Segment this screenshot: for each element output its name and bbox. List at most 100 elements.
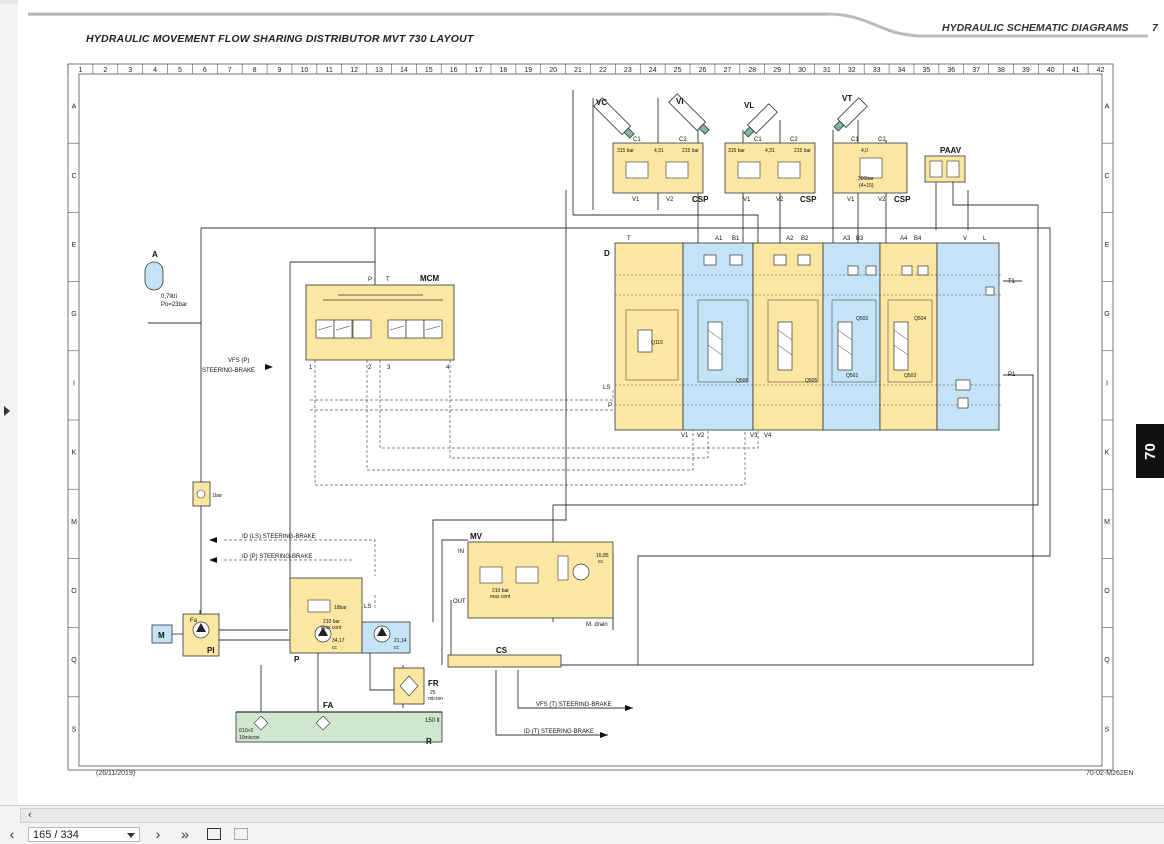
pump-block bbox=[289, 577, 411, 654]
grid-column-label: 15 bbox=[425, 67, 433, 74]
paste-icon[interactable] bbox=[234, 828, 248, 840]
d-port-p: P bbox=[608, 403, 612, 409]
label-csp-2: CSP bbox=[800, 195, 817, 204]
d-port-v4: V4 bbox=[764, 433, 772, 439]
grid-row-label: E bbox=[72, 242, 77, 249]
signal-id-p: ID (P) STEERING-BRAKE bbox=[242, 554, 312, 560]
grid-row-label: O bbox=[1104, 588, 1110, 595]
grid-column-label: 30 bbox=[798, 67, 806, 74]
d-port-v2: V2 bbox=[697, 433, 705, 439]
footer-code: 70-02-M262EN bbox=[1086, 770, 1134, 777]
pump-spec-6: 21,14 bbox=[394, 638, 407, 644]
fr-block bbox=[393, 667, 425, 705]
csp3-c2: C2 bbox=[878, 137, 886, 143]
d-port-a1: A1 bbox=[715, 236, 723, 242]
grid-column-label: 12 bbox=[350, 67, 358, 74]
csp2-spec-a: 315 bar bbox=[728, 148, 745, 154]
grid-column-label: 32 bbox=[848, 67, 856, 74]
page-selector[interactable]: 165 / 334 bbox=[28, 827, 140, 842]
label-mv: MV bbox=[470, 532, 483, 541]
label-vc: VC bbox=[596, 98, 607, 107]
csp2-c2: C2 bbox=[790, 137, 798, 143]
grid-column-label: 25 bbox=[674, 67, 682, 74]
grid-column-label: 10 bbox=[300, 67, 308, 74]
page-indicator: 165 / 334 bbox=[33, 829, 79, 841]
csp1-spec-b: 4,31 bbox=[654, 148, 664, 154]
grid-column-label: 14 bbox=[400, 67, 408, 74]
copy-icon[interactable] bbox=[207, 828, 221, 840]
mv-port-in: IN bbox=[458, 549, 464, 555]
left-panel-rail[interactable] bbox=[0, 0, 19, 805]
label-vl: VL bbox=[744, 101, 754, 110]
tank-volume: 150 lt bbox=[425, 718, 440, 724]
check-valve-spec: 1bar bbox=[212, 493, 222, 499]
grid-column-label: 13 bbox=[375, 67, 383, 74]
grid-row-label: I bbox=[73, 380, 75, 387]
grid-column-label: 2 bbox=[103, 67, 107, 74]
label-a: A bbox=[152, 250, 158, 259]
chapter-tab-label: 70 bbox=[1141, 442, 1159, 460]
d-port-b2: B2 bbox=[801, 236, 809, 242]
label-csp-3: CSP bbox=[894, 195, 911, 204]
signal-id-ls: ID (LS) STEERING-BRAKE bbox=[242, 534, 316, 540]
csp3-spec-b: 300bar bbox=[858, 176, 874, 182]
grid-column-label: 23 bbox=[624, 67, 632, 74]
hydraulic-schematic: 1 2 3 4 5 6 7 8 9 10 11 12 13 14 15 16 17 18 19 20 21 22 23 24 2… bbox=[28, 12, 1148, 771]
last-page-icon[interactable]: » bbox=[175, 826, 195, 842]
horizontal-scrollbar[interactable] bbox=[20, 808, 1164, 823]
check-valve-block bbox=[192, 481, 211, 507]
document-title: HYDRAULIC MOVEMENT FLOW SHARING DISTRIBU… bbox=[86, 33, 474, 45]
d-port-b4: B4 bbox=[914, 236, 922, 242]
csp3-v2: V2 bbox=[878, 197, 886, 203]
tank-spec-1: ß10>2 bbox=[239, 728, 254, 734]
column-labels: 1 2 3 4 5 6 7 8 9 10 11 12 13 14 15 16 17 18 19 20 21 22 23 24 2… bbox=[67, 64, 1105, 74]
csp2-spec-c: 215 bar bbox=[794, 148, 811, 154]
mcm-port-t: T bbox=[386, 277, 390, 283]
mcm-port-1: 1 bbox=[309, 365, 313, 371]
grid-row-label: M bbox=[1104, 519, 1110, 526]
csp1-spec-a: 315 bar bbox=[617, 148, 634, 154]
label-pi: PI bbox=[207, 646, 215, 655]
grid-row-label: M bbox=[71, 519, 77, 526]
csp2-v2: V2 bbox=[776, 197, 784, 203]
d-port-ls: LS bbox=[603, 385, 610, 391]
d-port-a2: A2 bbox=[786, 236, 794, 242]
previous-page-icon[interactable]: ‹ bbox=[2, 826, 22, 842]
csp1-c1: C1 bbox=[633, 137, 641, 143]
csp1-v2: V2 bbox=[666, 197, 674, 203]
d-section-q506: Q506 bbox=[736, 378, 748, 384]
expand-panel-icon[interactable] bbox=[4, 406, 10, 416]
d-port-v3: V3 bbox=[750, 433, 758, 439]
chapter-tab: 70 bbox=[1136, 424, 1164, 478]
grid-column-label: 26 bbox=[699, 67, 707, 74]
csp1-spec-c: 215 bar bbox=[682, 148, 699, 154]
grid-column-label: 17 bbox=[475, 67, 483, 74]
mcm-port-4: 4 bbox=[446, 365, 450, 371]
mcm-port-3: 3 bbox=[387, 365, 391, 371]
grid-column-label: 7 bbox=[228, 67, 232, 74]
grid-column-label: 3 bbox=[128, 67, 132, 74]
paav-block bbox=[924, 155, 966, 183]
csp3-v1: V1 bbox=[847, 197, 855, 203]
grid-column-label: 8 bbox=[253, 67, 257, 74]
label-vi: VI bbox=[676, 97, 684, 106]
csp3-spec-c: (4+15) bbox=[859, 183, 874, 189]
grid-column-label: 39 bbox=[1022, 67, 1030, 74]
pi-fa: Fa bbox=[190, 618, 198, 624]
d-port-t: T bbox=[627, 236, 631, 242]
section-title: HYDRAULIC SCHEMATIC DIAGRAMS bbox=[942, 22, 1129, 34]
d-section-q505: Q505 bbox=[805, 378, 817, 384]
csp2-spec-b: 4,31 bbox=[765, 148, 775, 154]
grid-row-label: C bbox=[1104, 173, 1109, 180]
grid-column-label: 28 bbox=[748, 67, 756, 74]
grid-column-label: 20 bbox=[549, 67, 557, 74]
scroll-left-icon[interactable]: ‹ bbox=[22, 809, 38, 821]
pump-port-ls: LS bbox=[364, 604, 371, 610]
grid-column-label: 16 bbox=[450, 67, 458, 74]
d-port-p1: P1 bbox=[1008, 372, 1016, 378]
grid-row-label: S bbox=[1105, 726, 1110, 733]
signal-steering-brake: STEERING-BRAKE bbox=[202, 368, 255, 374]
next-page-icon[interactable]: › bbox=[148, 826, 168, 842]
pump-spec-7: cc bbox=[394, 645, 400, 651]
grid-column-label: 5 bbox=[178, 67, 182, 74]
